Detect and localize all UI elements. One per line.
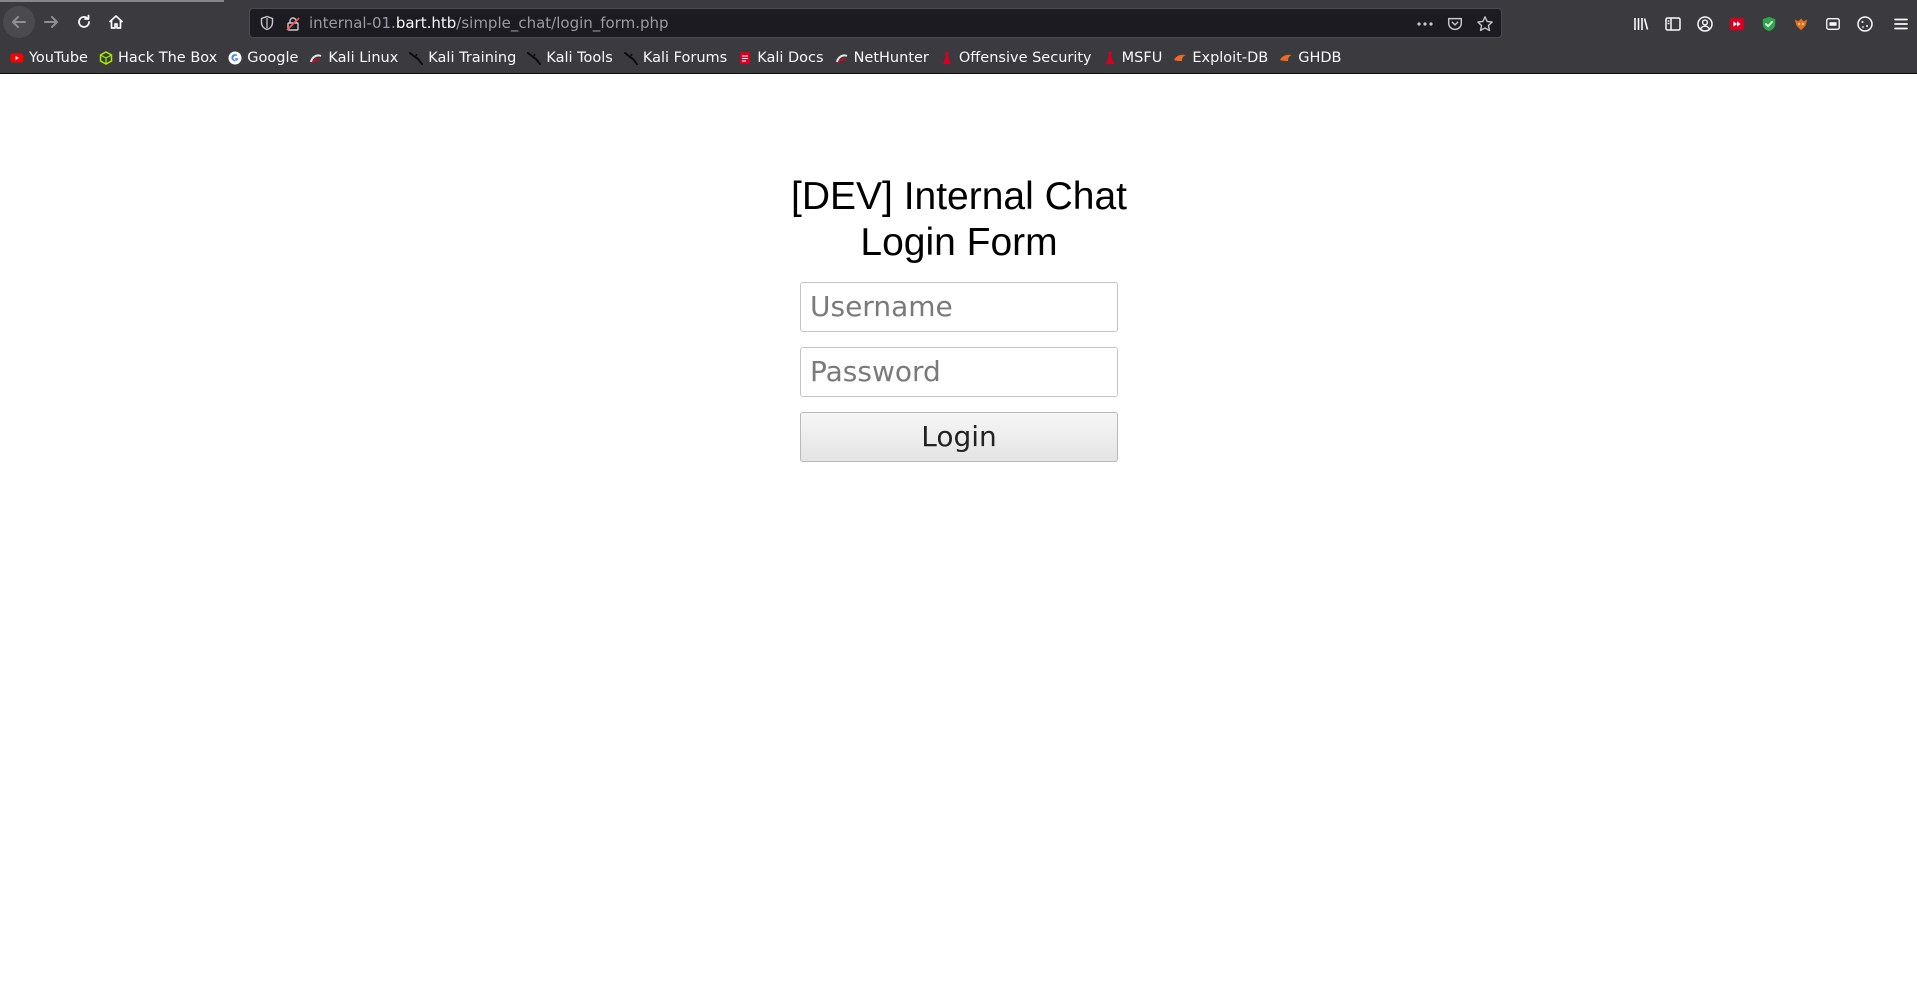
- page-content: [DEV] Internal Chat Login Form Username …: [0, 74, 1917, 989]
- orange-fox-icon: [1794, 18, 1808, 31]
- bookmark-google[interactable]: Google: [228, 46, 298, 70]
- bookmark-label: Google: [247, 49, 299, 66]
- star-icon: [1477, 16, 1493, 32]
- exploitdb-icon: [1280, 54, 1293, 61]
- container-icon: [1826, 18, 1840, 30]
- kali-dragon-icon: [623, 51, 638, 65]
- bookmark-exploit-db[interactable]: Exploit-DB: [1173, 46, 1268, 70]
- bookmark-label: MSFU: [1121, 49, 1163, 66]
- bookmark-kali-forums[interactable]: Kali Forums: [623, 46, 728, 70]
- extension-foxyproxy-button[interactable]: [1721, 8, 1753, 40]
- bookmark-label: Offensive Security: [958, 49, 1092, 66]
- login-button[interactable]: Login: [800, 412, 1118, 462]
- bookmark-kali-training[interactable]: Kali Training: [409, 46, 516, 70]
- account-icon: [1697, 16, 1713, 32]
- title-line-2: Login Form: [860, 221, 1058, 264]
- url-bar-actions: [1415, 12, 1495, 36]
- extension-wappalyzer-button[interactable]: [1785, 8, 1817, 40]
- username-field[interactable]: Username: [800, 282, 1118, 332]
- bookmark-hack-the-box[interactable]: Hack The Box: [99, 46, 217, 70]
- reload-button[interactable]: [68, 6, 100, 38]
- library-icon: [1634, 18, 1649, 30]
- kali-icon: [310, 53, 322, 63]
- bookmark-label: NetHunter: [853, 49, 929, 66]
- password-field[interactable]: Password: [800, 347, 1118, 397]
- bookmark-nethunter[interactable]: NetHunter: [835, 46, 929, 70]
- bookmark-kali-tools[interactable]: Kali Tools: [527, 46, 613, 70]
- pocket-button[interactable]: [1445, 14, 1465, 34]
- bookmark-offensive-security[interactable]: Offensive Security: [940, 46, 1092, 70]
- insecure-connection-lock-icon[interactable]: [285, 16, 301, 32]
- url-path: /simple_chat/login_form.php: [456, 14, 669, 32]
- library-button[interactable]: [1625, 8, 1657, 40]
- extension-container-button[interactable]: [1817, 8, 1849, 40]
- tracking-protection-shield-icon[interactable]: [259, 15, 275, 31]
- exploitdb-icon: [1174, 54, 1187, 61]
- page-title: [DEV] Internal Chat Login Form: [778, 174, 1140, 266]
- sidebar-icon: [1665, 17, 1681, 31]
- page-actions-button[interactable]: [1415, 14, 1435, 34]
- bookmark-kali-docs[interactable]: Kali Docs: [738, 46, 824, 70]
- bookmarks-toolbar: YouTube Hack The Box Google Kali Linux K…: [0, 42, 1917, 74]
- kali-icon: [835, 53, 848, 63]
- offsec-icon: [942, 51, 951, 64]
- bookmark-label: YouTube: [29, 49, 88, 66]
- hackthebox-icon: [99, 50, 113, 65]
- kali-dragon-icon: [527, 51, 542, 65]
- open-menu-button[interactable]: [1885, 8, 1917, 40]
- bookmark-label: Kali Docs: [757, 49, 824, 66]
- reload-icon: [78, 14, 90, 28]
- bookmark-label: Kali Linux: [328, 49, 399, 66]
- url-prefix: internal-01.: [309, 14, 396, 32]
- cookie-icon: [1857, 16, 1873, 32]
- hamburger-menu-icon: [1894, 18, 1908, 30]
- url-text[interactable]: internal-01.bart.htb/simple_chat/login_f…: [309, 14, 669, 32]
- url-bar[interactable]: internal-01.bart.htb/simple_chat/login_f…: [249, 8, 1502, 38]
- sidebar-button[interactable]: [1657, 8, 1689, 40]
- extension-shield-button[interactable]: [1753, 8, 1785, 40]
- login-form: [DEV] Internal Chat Login Form Username …: [778, 174, 1140, 462]
- bookmark-youtube[interactable]: YouTube: [10, 46, 88, 70]
- url-host: bart.htb: [395, 14, 457, 32]
- title-line-1: [DEV] Internal Chat: [791, 175, 1127, 218]
- bookmark-star-button[interactable]: [1475, 14, 1495, 34]
- green-shield-icon: [1762, 16, 1776, 32]
- extension-cookie-button[interactable]: [1849, 8, 1881, 40]
- home-button[interactable]: [100, 6, 132, 38]
- more-dots-icon: [1417, 22, 1433, 26]
- bookmark-label: GHDB: [1298, 49, 1342, 66]
- kali-dragon-icon: [409, 51, 424, 65]
- youtube-icon: [10, 53, 24, 62]
- navigation-toolbar: internal-01.bart.htb/simple_chat/login_f…: [0, 2, 1917, 42]
- bookmark-kali-linux[interactable]: Kali Linux: [309, 46, 398, 70]
- bookmark-label: Hack The Box: [117, 49, 218, 66]
- pocket-icon: [1447, 17, 1463, 31]
- account-button[interactable]: [1689, 8, 1721, 40]
- bookmark-label: Exploit-DB: [1192, 49, 1269, 66]
- home-icon: [108, 15, 124, 29]
- bookmark-label: Kali Forums: [642, 49, 728, 66]
- forward-button[interactable]: [35, 6, 67, 38]
- toolbar-right-buttons: [1625, 4, 1917, 44]
- google-icon: [228, 51, 242, 64]
- kali-docs-icon: [740, 51, 751, 64]
- bookmark-ghdb[interactable]: GHDB: [1279, 46, 1342, 70]
- bookmark-msfu[interactable]: MSFU: [1103, 46, 1163, 70]
- forward-arrow-icon: [44, 16, 58, 28]
- back-button[interactable]: [3, 6, 35, 38]
- red-extension-icon: [1729, 17, 1745, 31]
- browser-chrome: internal-01.bart.htb/simple_chat/login_f…: [0, 0, 1917, 74]
- bookmark-label: Kali Tools: [546, 49, 613, 66]
- bookmark-label: Kali Training: [428, 49, 517, 66]
- back-arrow-icon: [12, 16, 26, 28]
- offsec-icon: [1105, 51, 1114, 64]
